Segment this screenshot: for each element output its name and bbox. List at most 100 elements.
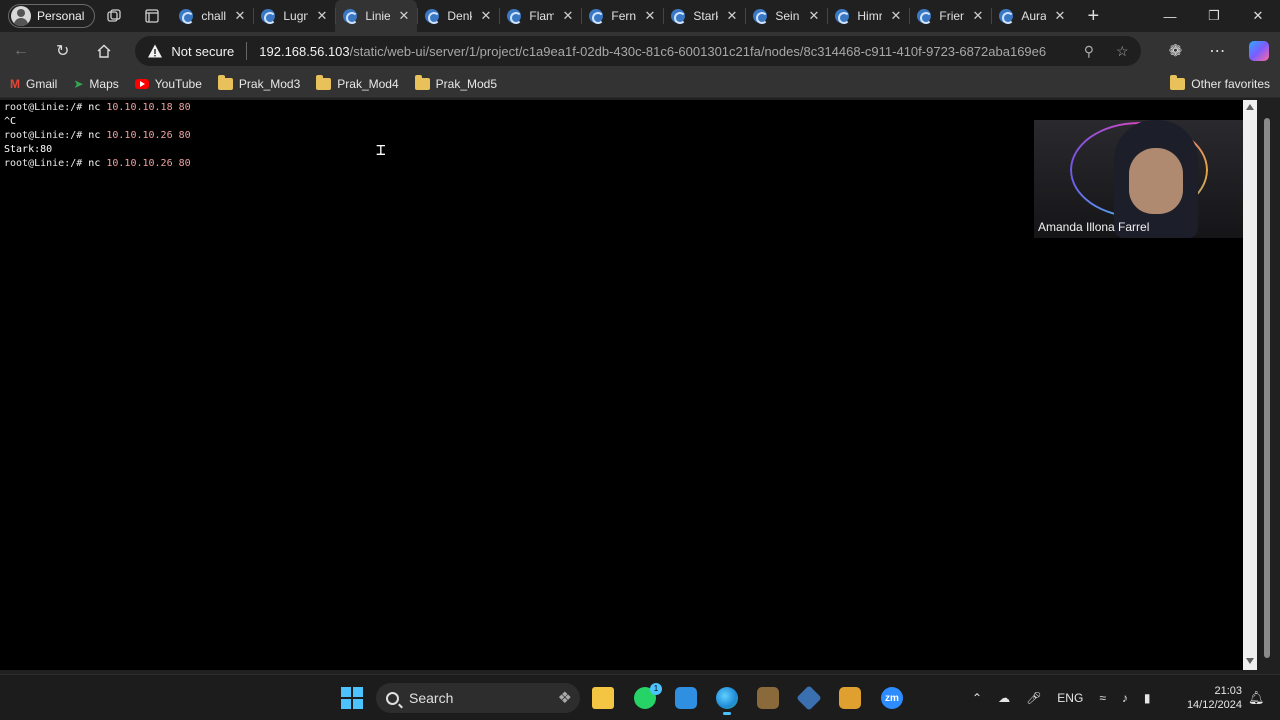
video-call-tile[interactable]: Amanda Illona Farrel [1034, 120, 1243, 238]
vscode-icon [675, 687, 697, 709]
volume-icon[interactable]: ♪ [1122, 691, 1128, 705]
browser-tab[interactable]: Aura ✕ [991, 0, 1073, 32]
address-separator [246, 42, 248, 60]
address-bar[interactable]: Not secure 192.168.56.103 /static/web-ui… [135, 36, 1141, 66]
microphone-icon[interactable]: 🎤︎ [1026, 691, 1041, 705]
zoom-icon: zm [881, 687, 903, 709]
battery-icon[interactable]: ▮ [1144, 691, 1151, 705]
tab-actions-icon[interactable] [133, 0, 171, 32]
edge-page-icon [589, 9, 605, 24]
virtualbox-button[interactable] [792, 683, 826, 713]
image-app-button[interactable] [751, 683, 785, 713]
refresh-button[interactable]: ↻ [42, 32, 84, 70]
home-button[interactable] [84, 32, 126, 70]
other-favorites-button[interactable]: Other favorites [1170, 74, 1270, 91]
close-tab-icon[interactable]: ✕ [726, 8, 737, 24]
tool-app-button[interactable] [833, 683, 867, 713]
folder-icon [414, 74, 430, 90]
browser-tab[interactable]: Himr ✕ [827, 0, 909, 32]
search-highlight-icon: ❖ [557, 690, 572, 707]
browser-tab[interactable]: Lugn ✕ [253, 0, 335, 32]
notification-bell-icon[interactable]: 🔔︎ [1248, 690, 1265, 706]
browser-tab[interactable]: Frien ✕ [909, 0, 991, 32]
more-menu-icon[interactable]: ⋯ [1196, 32, 1238, 70]
security-status-label[interactable]: Not secure [171, 44, 234, 59]
edge-button[interactable] [710, 683, 744, 715]
whatsapp-button[interactable]: 1 [628, 683, 662, 713]
favorite-label: Gmail [26, 76, 58, 91]
terminal-scrollbar[interactable] [1243, 100, 1257, 670]
close-tab-icon[interactable]: ✕ [890, 8, 901, 24]
copilot-button[interactable] [1238, 32, 1280, 70]
close-tab-icon[interactable]: ✕ [234, 8, 245, 24]
scroll-up-arrow-icon[interactable] [1246, 104, 1254, 110]
clock[interactable]: 21:03 14/12/2024 [1180, 684, 1242, 712]
vscode-button[interactable] [669, 683, 703, 713]
zoom-button[interactable]: zm [875, 683, 909, 713]
file-explorer-button[interactable] [586, 683, 620, 713]
show-hidden-icons-chevron-icon[interactable]: ⌃ [972, 691, 982, 705]
favorite-link[interactable]: ➤ Maps [73, 77, 118, 91]
maps-icon: ➤ [73, 76, 84, 91]
favorite-link[interactable]: Prak_Mod3 [217, 74, 300, 91]
close-tab-icon[interactable]: ✕ [480, 8, 491, 24]
restore-button[interactable]: ❐ [1192, 0, 1236, 32]
zoom-icon[interactable]: ⚲ [1084, 43, 1094, 60]
wifi-icon[interactable]: ≈ [1099, 691, 1106, 705]
virtualbox-icon [796, 685, 822, 711]
address-bar-actions: ⚲ ☆ [1084, 43, 1129, 60]
onedrive-icon[interactable]: ☁ [998, 691, 1010, 705]
close-tab-icon[interactable]: ✕ [562, 8, 573, 24]
close-window-button[interactable]: ✕ [1236, 0, 1280, 32]
other-favorites-label: Other favorites [1191, 76, 1270, 91]
page-scrollbar[interactable] [1257, 100, 1280, 670]
scroll-down-arrow-icon[interactable] [1246, 658, 1254, 664]
tab-title: Lugn [283, 9, 309, 23]
back-button[interactable]: ← [0, 32, 42, 70]
browser-tab[interactable]: Denk ✕ [417, 0, 499, 32]
window-controls: — ❐ ✕ [1148, 0, 1280, 32]
shell-prompt: root@Linie:/# [4, 102, 89, 113]
close-tab-icon[interactable]: ✕ [644, 8, 655, 24]
edge-page-icon [343, 9, 359, 24]
page-scrollbar-thumb[interactable] [1264, 118, 1270, 658]
command-text: Stark:80 [4, 144, 53, 155]
close-tab-icon[interactable]: ✕ [972, 8, 983, 24]
favorite-star-icon[interactable]: ☆ [1116, 43, 1129, 60]
favorite-link[interactable]: YouTube [134, 77, 202, 91]
favorite-link[interactable]: Prak_Mod5 [414, 74, 497, 91]
edge-page-icon [753, 9, 769, 24]
text-cursor-icon: ⌶ [376, 140, 386, 159]
close-tab-icon[interactable]: ✕ [316, 8, 327, 24]
system-tray: ⌃ ☁ 🎤︎ ENG ≈ ♪ ▮ [972, 683, 1151, 713]
tab-title: Himr [857, 9, 883, 23]
file-explorer-icon [592, 687, 614, 709]
close-tab-icon[interactable]: ✕ [808, 8, 819, 24]
browser-tab[interactable]: chall ✕ [171, 0, 253, 32]
workspaces-icon[interactable] [95, 0, 133, 32]
favorite-link[interactable]: M Gmail [10, 77, 57, 91]
browser-tab[interactable]: Stark ✕ [663, 0, 745, 32]
warning-triangle-icon[interactable] [147, 43, 163, 59]
browser-tab[interactable]: Sein ✕ [745, 0, 827, 32]
shell-prompt: root@Linie:/# [4, 130, 89, 141]
browser-tab[interactable]: Linie ✕ [335, 0, 418, 32]
extensions-icon[interactable]: ❁ [1155, 32, 1197, 70]
participant-name: Amanda Illona Farrel [1038, 220, 1150, 234]
profile-button[interactable]: Personal [8, 4, 96, 28]
language-indicator[interactable]: ENG [1057, 691, 1083, 705]
browser-tab[interactable]: Fern ✕ [581, 0, 663, 32]
tab-title: Fern [611, 9, 637, 23]
close-tab-icon[interactable]: ✕ [398, 8, 409, 24]
close-tab-icon[interactable]: ✕ [1054, 8, 1065, 24]
command-text: nc [88, 130, 107, 141]
minimize-button[interactable]: — [1148, 0, 1192, 32]
taskbar-search[interactable]: Search ❖ [376, 683, 580, 713]
url-host: 192.168.56.103 [259, 43, 350, 59]
command-text: nc [88, 102, 107, 113]
folder-icon [217, 74, 233, 90]
favorite-link[interactable]: Prak_Mod4 [316, 74, 399, 91]
start-button[interactable] [341, 687, 363, 709]
new-tab-button[interactable]: + [1073, 5, 1113, 28]
browser-tab[interactable]: Flam ✕ [499, 0, 581, 32]
